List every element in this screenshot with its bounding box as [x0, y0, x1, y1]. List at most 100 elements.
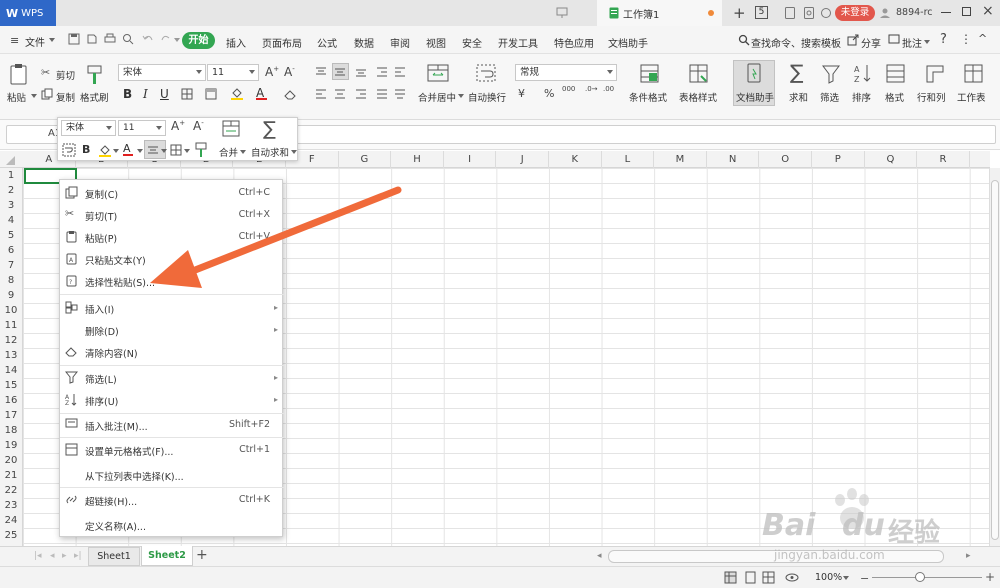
normal-view-icon[interactable] [724, 571, 737, 584]
doc-assistant-icon[interactable] [744, 63, 764, 85]
align-bottom-icon[interactable] [355, 66, 367, 78]
collapse-ribbon-icon[interactable]: ^ [978, 32, 987, 45]
first-sheet-icon[interactable]: |◂ [34, 551, 42, 561]
rows-cols-button[interactable]: 行和列 [917, 90, 946, 104]
row-header-14[interactable]: 14 [0, 363, 22, 378]
menu-item-sort[interactable]: AZ 排序(U) ▸ [60, 389, 284, 411]
menu-item-pick-from-list[interactable]: 从下拉列表中选择(K)... [60, 464, 284, 486]
row-header-12[interactable]: 12 [0, 333, 22, 348]
number-format-combo[interactable]: 常规 [515, 64, 617, 81]
mini-autosum-dropdown-icon[interactable] [291, 150, 297, 154]
tab-start[interactable]: 开始 [182, 32, 215, 49]
row-header-1[interactable]: 1 [0, 168, 22, 183]
column-header-h[interactable]: H [391, 151, 444, 168]
italic-icon[interactable]: I [143, 87, 148, 101]
cloud-doc-icon[interactable] [803, 7, 815, 19]
thousands-icon[interactable]: 000 [562, 85, 575, 93]
column-header-l[interactable]: L [602, 151, 655, 168]
row-header-23[interactable]: 23 [0, 498, 22, 513]
zoom-out-icon[interactable]: − [860, 572, 869, 585]
column-header-g[interactable]: G [339, 151, 392, 168]
tab-security[interactable]: 安全 [462, 35, 482, 50]
scroll-right-icon[interactable]: ▸ [966, 551, 971, 561]
row-header-9[interactable]: 9 [0, 288, 22, 303]
restore-icon[interactable] [962, 7, 971, 16]
merge-dropdown-icon[interactable] [458, 94, 464, 98]
select-all-icon[interactable] [6, 156, 15, 165]
redo-icon[interactable] [160, 33, 172, 45]
rows-cols-icon[interactable] [925, 64, 945, 84]
wrap-text-icon[interactable] [475, 63, 497, 83]
wrap-text-button[interactable]: 自动换行 [468, 90, 506, 104]
sort-icon[interactable]: AZ [853, 63, 873, 85]
share-icon[interactable] [847, 34, 859, 46]
currency-icon[interactable]: ¥ [518, 87, 525, 100]
mini-format-painter-icon[interactable] [194, 142, 208, 158]
cut-button[interactable]: 剪切 [56, 68, 75, 82]
row-header-24[interactable]: 24 [0, 513, 22, 528]
align-middle-icon[interactable] [334, 66, 346, 78]
tab-view[interactable]: 视图 [426, 35, 446, 50]
format-painter-icon[interactable] [85, 64, 105, 86]
mini-fill-dropdown-icon[interactable] [113, 149, 119, 153]
mini-font-size-combo[interactable]: 11 [118, 120, 166, 136]
row-header-6[interactable]: 6 [0, 243, 22, 258]
justify-icon[interactable] [376, 88, 388, 100]
eye-protection-icon[interactable] [785, 571, 799, 584]
column-header-k[interactable]: K [549, 151, 602, 168]
conditional-format-icon[interactable] [640, 64, 660, 84]
align-top-icon[interactable] [315, 66, 327, 78]
last-sheet-icon[interactable]: ▸| [74, 551, 82, 561]
increase-decimal-icon[interactable]: .0→ [585, 85, 598, 93]
row-header-2[interactable]: 2 [0, 183, 22, 198]
paste-icon[interactable] [9, 63, 29, 85]
print-preview-icon[interactable] [122, 33, 134, 45]
menu-item-insert-comment[interactable]: 插入批注(M)... Shift+F2 [60, 414, 284, 436]
sum-button[interactable]: 求和 [789, 90, 808, 104]
more-icon[interactable]: ⋮ [960, 32, 972, 46]
tab-page-layout[interactable]: 页面布局 [262, 35, 302, 50]
tab-count-badge[interactable]: 5 [755, 6, 768, 19]
hamburger-icon[interactable]: ≡ [10, 34, 19, 47]
border-icon[interactable] [181, 88, 193, 100]
tab-data[interactable]: 数据 [354, 35, 374, 50]
filter-icon[interactable] [821, 64, 841, 84]
undo-icon[interactable] [142, 33, 154, 45]
format-button[interactable]: 格式 [885, 90, 904, 104]
vertical-scrollbar[interactable] [989, 168, 1000, 548]
menu-item-format-cells[interactable]: 设置单元格格式(F)... Ctrl+1 [60, 439, 284, 461]
table-style-icon[interactable] [689, 64, 709, 84]
menu-item-define-name[interactable]: 定义名称(A)... [60, 514, 284, 536]
font-name-dropdown-icon[interactable] [196, 70, 202, 74]
minimize-icon[interactable] [941, 12, 951, 13]
font-size-combo[interactable]: 11 [207, 64, 259, 81]
outdent-icon[interactable] [394, 66, 406, 78]
vertical-scroll-thumb[interactable] [991, 180, 999, 540]
mini-decrease-font-icon[interactable]: A- [193, 119, 204, 133]
percent-icon[interactable]: % [544, 87, 554, 100]
mini-merge-button[interactable]: 合并 [219, 145, 238, 159]
fill-color-icon[interactable] [230, 86, 244, 100]
align-right-icon[interactable] [355, 88, 367, 100]
mini-align-dropdown-icon[interactable] [161, 149, 167, 153]
comment-icon[interactable] [888, 34, 900, 46]
row-header-25[interactable]: 25 [0, 528, 22, 543]
row-header-5[interactable]: 5 [0, 228, 22, 243]
export-pdf-icon[interactable] [86, 33, 98, 45]
add-sheet-icon[interactable]: + [196, 547, 208, 563]
file-dropdown-icon[interactable] [49, 38, 55, 42]
menu-item-clear-contents[interactable]: 清除内容(N) [60, 341, 284, 363]
zoom-slider-thumb[interactable] [915, 572, 925, 582]
mini-fill-color-icon[interactable] [98, 143, 112, 157]
comment-dropdown-icon[interactable] [924, 40, 930, 44]
column-header-p[interactable]: P [812, 151, 865, 168]
copy-button[interactable]: 复制 [56, 90, 75, 104]
merge-center-icon[interactable] [427, 63, 449, 83]
wps-home-tab[interactable]: W WPS [0, 0, 56, 26]
row-header-21[interactable]: 21 [0, 468, 22, 483]
tab-formulas[interactable]: 公式 [317, 35, 337, 50]
decrease-font-icon[interactable]: A- [284, 65, 295, 79]
row-header-3[interactable]: 3 [0, 198, 22, 213]
row-header-7[interactable]: 7 [0, 258, 22, 273]
eraser-icon[interactable] [283, 88, 297, 100]
